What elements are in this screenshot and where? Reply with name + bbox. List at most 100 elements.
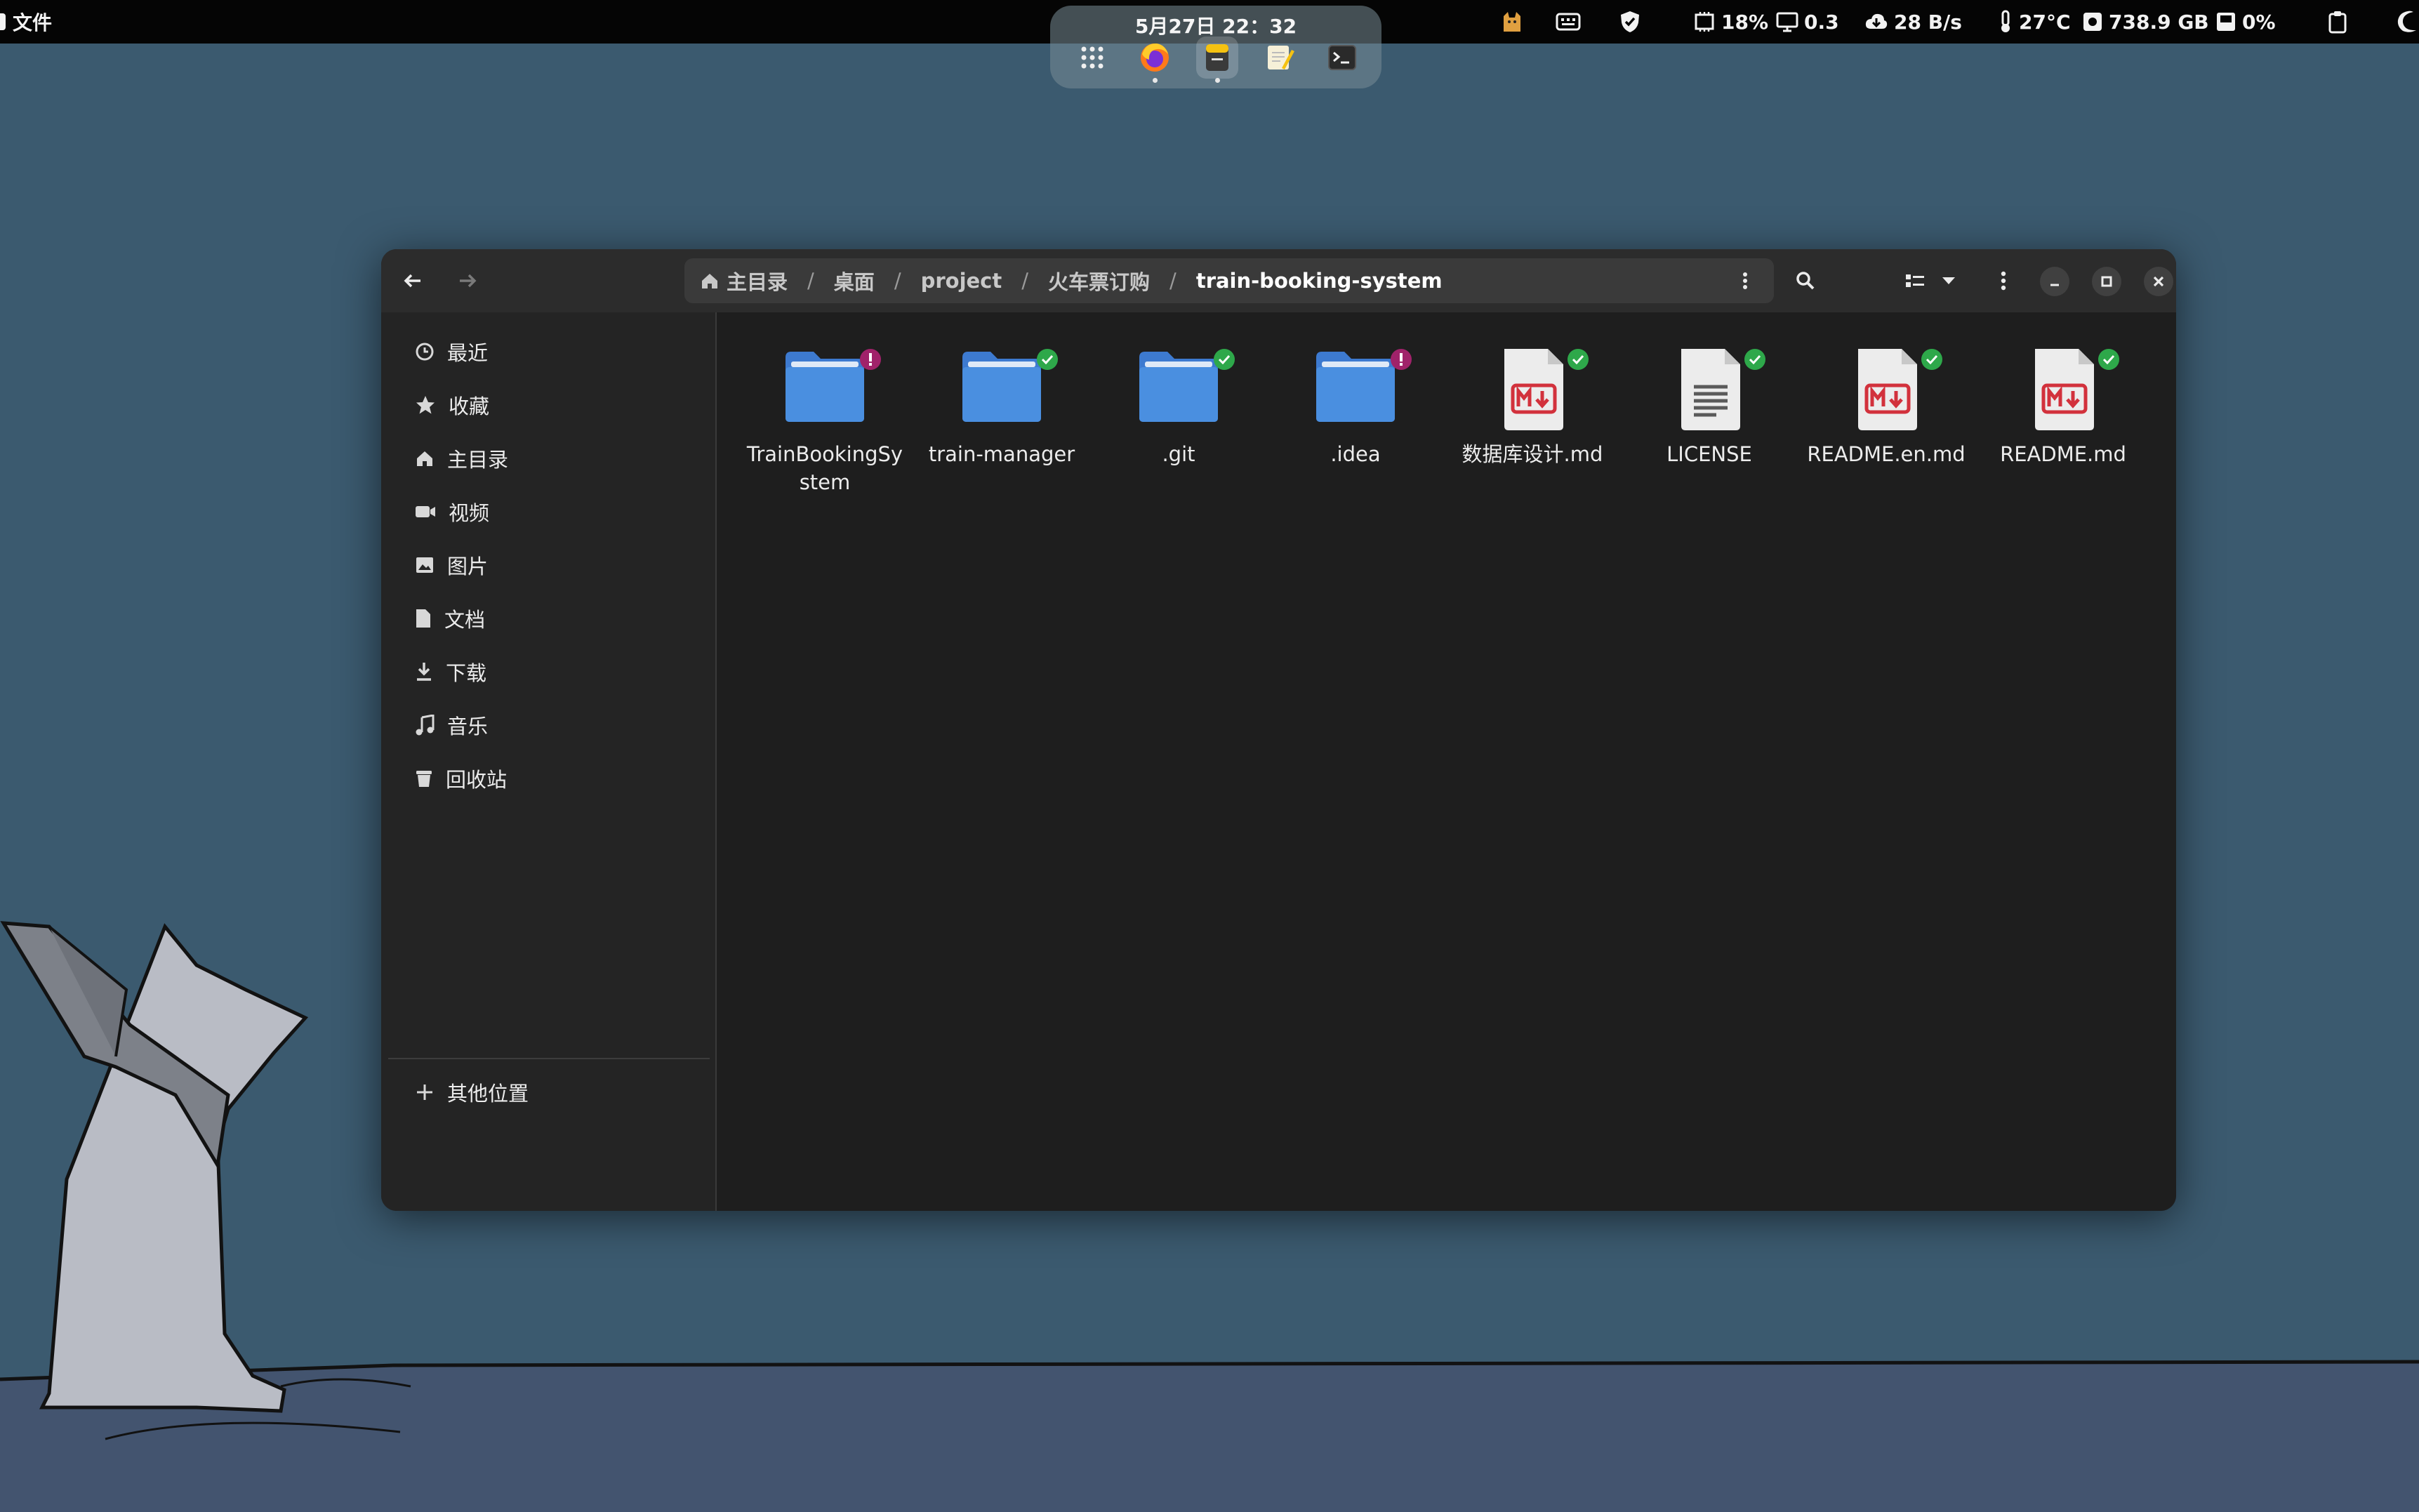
- file-item[interactable]: TrainBookingSystem: [739, 340, 910, 496]
- sidebar-item-documents[interactable]: 文档: [388, 594, 710, 643]
- file-item[interactable]: 数据库设计.md: [1447, 340, 1618, 468]
- temperature-status[interactable]: 27°C: [1998, 0, 2071, 44]
- markdown-file-icon: [1858, 349, 1917, 430]
- file-icon-wrap: [1447, 340, 1618, 439]
- forward-button[interactable]: [449, 262, 486, 300]
- sidebar-item-label: 最近: [447, 341, 489, 365]
- home-icon: [702, 274, 717, 289]
- main-menu-button[interactable]: [1984, 262, 2022, 300]
- file-name: train-manager: [928, 442, 1075, 466]
- breadcrumb-label: 主目录: [727, 270, 788, 294]
- shield-icon[interactable]: [1619, 0, 1641, 44]
- disk-status[interactable]: 738.9 GB: [2082, 0, 2209, 44]
- cat-tray-icon[interactable]: [1499, 0, 1525, 44]
- file-name: 数据库设计.md: [1462, 442, 1603, 466]
- back-button[interactable]: [394, 262, 432, 300]
- network-status[interactable]: 28 B/s: [1864, 0, 1962, 44]
- arrow-left-icon: [404, 274, 420, 288]
- vcs-modified-badge-icon: [860, 349, 881, 370]
- sidebar-item-starred[interactable]: 收藏: [388, 380, 710, 430]
- clock[interactable]: 5月27日 22：32: [1050, 11, 1381, 39]
- file-icon-wrap: [739, 340, 910, 439]
- headerbar: 主目录 / 桌面 / project / 火车票订购 / train-booki…: [381, 249, 2176, 312]
- minimize-button[interactable]: [2040, 267, 2069, 296]
- night-mode-icon[interactable]: [2397, 0, 2419, 44]
- temperature-value: 27°C: [2019, 10, 2071, 34]
- file-name: LICENSE: [1666, 442, 1752, 466]
- breadcrumb-label: 火车票订购: [1048, 270, 1151, 294]
- load-status[interactable]: 0.3: [1776, 0, 1839, 44]
- download-icon: [417, 663, 431, 681]
- breadcrumb-label: 桌面: [833, 270, 875, 294]
- file-item[interactable]: .idea: [1270, 340, 1441, 468]
- path-menu-button[interactable]: [1726, 262, 1764, 300]
- sidebar-item-label: 其他位置: [447, 1082, 529, 1106]
- thermometer-icon: [2001, 10, 2010, 32]
- file-item[interactable]: README.md: [1977, 340, 2149, 468]
- file-icon-wrap: [1270, 340, 1441, 439]
- sidebar-item-pictures[interactable]: 图片: [388, 541, 710, 590]
- sidebar-item-label: 主目录: [447, 448, 509, 472]
- sidebar-item-downloads[interactable]: 下载: [388, 647, 710, 696]
- terminal-icon[interactable]: [1321, 37, 1363, 79]
- dock: 5月27日 22：32: [1050, 6, 1381, 88]
- breadcrumb-label: project: [920, 269, 1002, 293]
- document-icon: [416, 609, 430, 628]
- app-grid-icon[interactable]: [1071, 37, 1113, 79]
- file-name: TrainBookingSystem: [746, 442, 903, 494]
- breadcrumb-current[interactable]: train-booking-system: [1196, 269, 1443, 293]
- breadcrumb-train-ticket[interactable]: 火车票订购: [1048, 266, 1150, 296]
- vcs-synced-badge-icon: [1037, 349, 1058, 370]
- sidebar-item-label: 回收站: [446, 768, 508, 792]
- markdown-file-icon: [2035, 349, 2094, 430]
- disk-io-status[interactable]: 0%: [2215, 0, 2276, 44]
- disk-io-icon: [2217, 13, 2235, 31]
- load-value: 0.3: [1804, 10, 1839, 34]
- vcs-synced-badge-icon: [1921, 349, 1942, 370]
- view-options-button[interactable]: [1935, 262, 1963, 300]
- folder-icon: [1316, 352, 1395, 422]
- music-icon: [416, 715, 435, 736]
- breadcrumb-desktop[interactable]: 桌面: [834, 266, 875, 296]
- files-icon[interactable]: [1196, 37, 1238, 83]
- keyboard-icon[interactable]: [1556, 0, 1581, 44]
- close-button[interactable]: [2144, 267, 2173, 296]
- list-view-icon: [1906, 274, 1924, 287]
- file-item[interactable]: train-manager: [916, 340, 1087, 468]
- file-item[interactable]: README.en.md: [1801, 340, 1972, 468]
- view-mode-button[interactable]: [1896, 262, 1934, 300]
- maximize-icon: [2101, 276, 2112, 287]
- file-name: .git: [1162, 442, 1195, 466]
- breadcrumb-home[interactable]: 主目录: [700, 266, 788, 296]
- breadcrumb-separator: /: [1021, 269, 1029, 293]
- sidebar-item-recent[interactable]: 最近: [388, 327, 710, 376]
- file-name: .idea: [1330, 442, 1381, 466]
- app-menu[interactable]: 文件: [0, 0, 52, 44]
- text-editor-icon[interactable]: [1259, 37, 1301, 79]
- chevron-down-icon: [1942, 277, 1955, 284]
- cpu-status[interactable]: 18%: [1693, 0, 1768, 44]
- file-item[interactable]: LICENSE: [1624, 340, 1795, 468]
- file-item[interactable]: .git: [1093, 340, 1264, 468]
- file-name: README.en.md: [1807, 442, 1966, 466]
- sidebar-item-other-locations[interactable]: 其他位置: [388, 1068, 710, 1117]
- sidebar-item-trash[interactable]: 回收站: [388, 754, 710, 803]
- clock-icon: [416, 343, 434, 361]
- clipboard-icon[interactable]: [2328, 0, 2347, 44]
- disk-io-value: 0%: [2242, 10, 2276, 34]
- maximize-button[interactable]: [2092, 267, 2121, 296]
- folder-icon: [1139, 352, 1218, 422]
- sidebar-item-label: 收藏: [449, 394, 490, 418]
- firefox-icon[interactable]: [1134, 37, 1176, 83]
- home-icon: [417, 451, 432, 466]
- vcs-synced-badge-icon: [1568, 349, 1589, 370]
- file-icon-wrap: [1977, 340, 2149, 439]
- breadcrumb-project[interactable]: project: [921, 269, 1002, 293]
- file-manager-window: 主目录 / 桌面 / project / 火车票订购 / train-booki…: [381, 249, 2176, 1211]
- sidebar-item-music[interactable]: 音乐: [388, 701, 710, 750]
- disk-icon: [2083, 13, 2102, 31]
- search-button[interactable]: [1787, 262, 1824, 300]
- sidebar-item-home[interactable]: 主目录: [388, 434, 710, 483]
- sidebar-item-videos[interactable]: 视频: [388, 487, 710, 536]
- file-icon-wrap: [1624, 340, 1795, 439]
